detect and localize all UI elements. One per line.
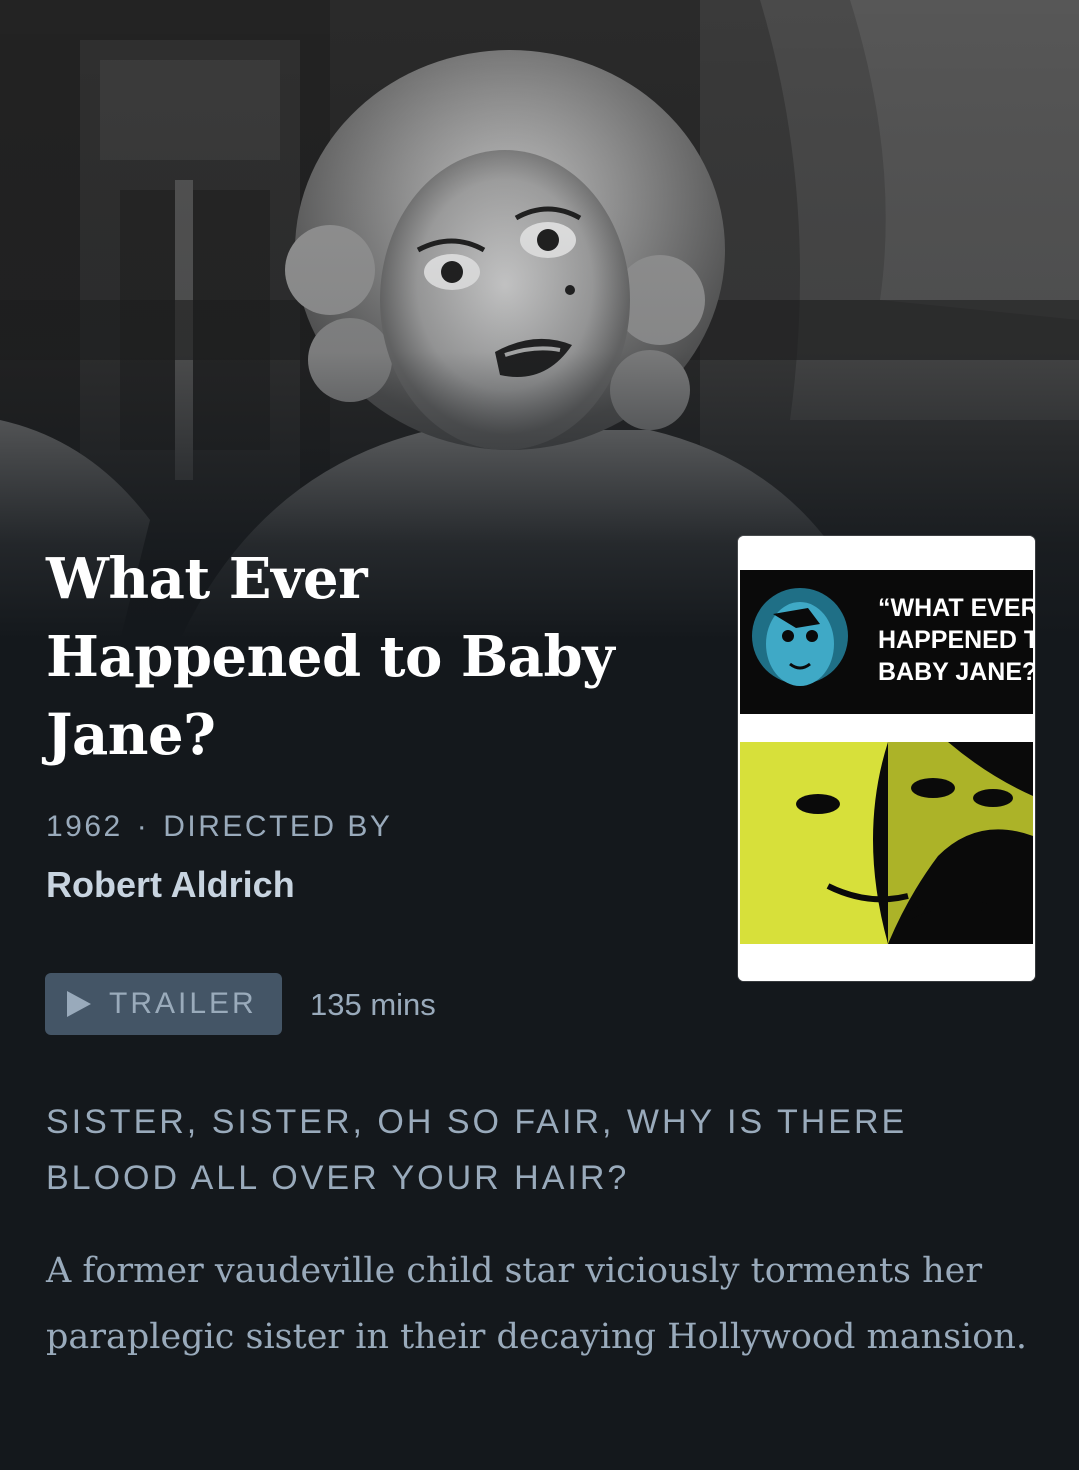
poster-title-line2: HAPPENED TO: [878, 626, 1035, 654]
directed-by-label: Directed by: [163, 810, 393, 843]
film-poster[interactable]: “WHAT EVER HAPPENED TO BABY JANE?”: [738, 536, 1035, 981]
play-icon: [67, 991, 91, 1017]
meta-separator: ·: [136, 810, 150, 843]
trailer-button[interactable]: TRAILER: [45, 973, 282, 1035]
film-title: What Ever Happened to Baby Jane?: [46, 546, 615, 768]
tagline: Sister, sister, oh so fair, why is there…: [46, 1103, 908, 1197]
poster-title-line1: “WHAT EVER: [878, 594, 1035, 622]
director-link[interactable]: Robert Aldrich: [46, 864, 295, 906]
release-info: 1962 · Directed by: [46, 810, 392, 844]
release-year[interactable]: 1962: [46, 810, 123, 843]
poster-title-line3: BABY JANE?”: [878, 658, 1035, 686]
trailer-button-label: TRAILER: [109, 987, 257, 1020]
runtime: 135 mins: [310, 987, 436, 1022]
synopsis: A former vaudeville child star viciously…: [46, 1251, 1027, 1357]
